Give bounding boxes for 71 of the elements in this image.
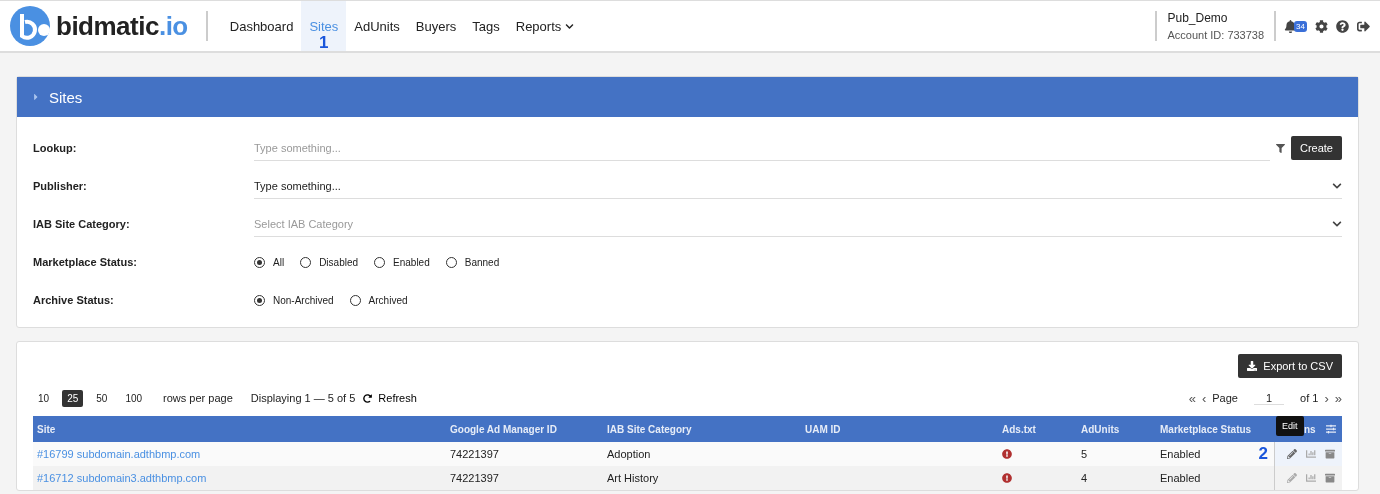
archive-icon[interactable] — [1325, 449, 1335, 459]
nav-tab[interactable]: Dashboard — [221, 1, 302, 51]
notification-count: 34 — [1294, 20, 1307, 32]
page-input[interactable]: 1 — [1253, 391, 1285, 405]
page-total: of 1 — [1300, 392, 1319, 404]
table-cell-text: 74221397 — [449, 448, 500, 460]
nav-tab[interactable]: Reports — [507, 1, 583, 51]
filter-icon[interactable] — [1275, 143, 1285, 153]
page-label: Page — [1212, 392, 1238, 404]
export-button[interactable]: Export to CSV — [1238, 354, 1342, 378]
nav-tab[interactable]: Tags — [464, 1, 508, 51]
table-cell: Enabled — [1160, 472, 1201, 484]
filter-label: IAB Site Category: — [33, 218, 131, 230]
filter-label: Marketplace Status: — [33, 256, 138, 268]
next-page-button[interactable]: › — [1324, 390, 1329, 406]
column-header[interactable]: IAB Site Category — [603, 423, 801, 435]
refresh-button[interactable]: Refresh — [363, 392, 417, 404]
column-header[interactable]: Site — [33, 423, 446, 435]
chevron-down-icon — [1332, 218, 1342, 229]
tooltip: Edit — [1276, 415, 1304, 436]
page-size-option[interactable]: 50 — [91, 389, 113, 407]
annotation-number: 1 — [319, 34, 329, 51]
column-header[interactable]: Google Ad Manager ID — [446, 423, 603, 435]
logout-icon[interactable] — [1357, 19, 1370, 33]
nav-tab[interactable]: Buyers — [407, 1, 465, 51]
logo-text: bidmatic.io — [56, 10, 188, 42]
column-header[interactable]: Ads.txt — [998, 423, 1077, 435]
refresh-icon — [363, 393, 373, 403]
table-cell: Enabled — [1160, 448, 1201, 460]
table-cell-text: Art History — [606, 472, 660, 484]
select-field[interactable]: Type something... — [254, 173, 1342, 199]
column-header[interactable]: Marketplace Status — [1156, 423, 1274, 435]
archive-icon[interactable] — [1325, 473, 1335, 483]
create-button[interactable]: Create — [1290, 136, 1342, 160]
displaying-count: Displaying 1 — 5 of 5 — [250, 392, 356, 404]
page-size-option[interactable]: 10 — [33, 389, 55, 407]
radio-option[interactable]: All — [254, 256, 285, 268]
table-cell-text: 4 — [1080, 472, 1089, 484]
chevron-down-icon — [1332, 180, 1342, 191]
filter-label: Archive Status: — [33, 294, 115, 306]
settings-icon[interactable] — [1315, 19, 1328, 33]
nav-tab[interactable]: AdUnits — [346, 1, 408, 51]
table-cell-text: 5 — [1080, 448, 1089, 460]
account-name: Pub_Demo — [1167, 11, 1229, 25]
edit-icon[interactable] — [1287, 449, 1297, 459]
annotation-number: 2 — [1258, 444, 1268, 464]
download-icon — [1247, 361, 1258, 371]
help-icon[interactable] — [1336, 19, 1349, 33]
prev-page-button[interactable]: ‹ — [1201, 390, 1207, 406]
radio-option[interactable]: Banned — [445, 256, 500, 268]
table-cell-text: Adoption — [606, 448, 652, 460]
radio-option[interactable]: Disabled — [300, 256, 359, 268]
radio-option[interactable]: Enabled — [374, 256, 430, 268]
filter-label: Publisher: — [33, 180, 88, 192]
column-header[interactable]: AdUnits — [1077, 423, 1156, 435]
nav-tab[interactable]: Sites 1 — [301, 1, 347, 51]
first-page-button[interactable]: « — [1188, 390, 1196, 406]
table-cell-text: 74221397 — [449, 472, 500, 484]
account-id: Account ID: 733738 — [1167, 29, 1265, 41]
panel-title: Sites — [49, 88, 83, 106]
column-header[interactable]: UAM ID — [801, 423, 998, 435]
panel-header[interactable]: Sites — [17, 77, 1358, 117]
column-settings-icon[interactable] — [1326, 424, 1336, 434]
logo-icon — [10, 6, 50, 46]
page-size-option[interactable]: 100 — [120, 389, 148, 407]
page-size-option[interactable]: 25 — [62, 389, 84, 407]
last-page-button[interactable]: » — [1334, 390, 1342, 406]
rows-per-page-label: rows per page — [163, 392, 233, 404]
filter-label: Lookup: — [33, 142, 78, 154]
radio-option[interactable]: Non-Archived — [254, 294, 334, 306]
radio-option[interactable]: Archived — [349, 294, 408, 306]
